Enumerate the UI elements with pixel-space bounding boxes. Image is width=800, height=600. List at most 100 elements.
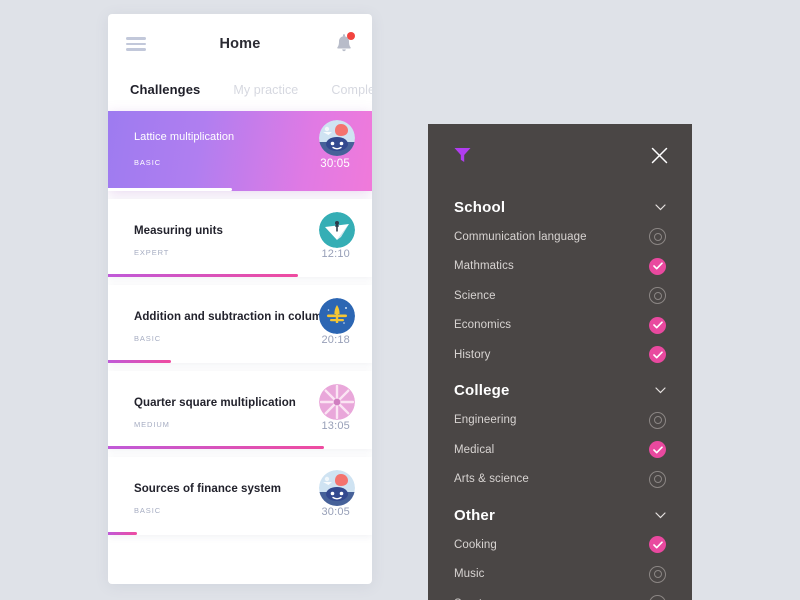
globe-cloud-glyph (319, 470, 355, 506)
filter-group-title: College (454, 382, 510, 399)
filter-item-science[interactable]: Science (428, 281, 692, 311)
filter-item-label: Medical (454, 443, 495, 456)
close-x-icon[interactable] (651, 147, 668, 164)
card-difficulty-label: BASIC (134, 334, 162, 343)
challenge-card-list: Lattice multiplication BASIC 30:05 Measu… (108, 111, 372, 535)
checkmark-glyph (652, 541, 663, 549)
filter-group-title: School (454, 198, 506, 216)
card-progress-track (108, 273, 372, 277)
card-progress-track (108, 531, 372, 535)
filter-panel: School Communication language Mathmatics… (428, 124, 692, 600)
checkbox-checked-icon[interactable] (649, 346, 666, 364)
card-duration: 12:10 (321, 248, 350, 260)
funnel-filter-icon[interactable] (454, 147, 471, 163)
challenge-card[interactable]: Addition and subtraction in columns BASI… (108, 285, 372, 363)
filter-item-label: Mathmatics (454, 260, 514, 273)
filter-item-label: Music (454, 568, 485, 581)
chevron-down-icon[interactable] (655, 387, 666, 394)
page-title: Home (219, 36, 261, 52)
checkbox-unchecked-icon[interactable] (649, 287, 666, 305)
globe-cloud-icon (319, 120, 355, 156)
phone-header: Home (108, 14, 372, 74)
filter-item-sports[interactable]: Sports (428, 589, 692, 600)
checkbox-checked-icon[interactable] (649, 536, 666, 554)
challenge-card[interactable]: Measuring units EXPERT 12:10 (108, 199, 372, 277)
paper-plane-glyph (319, 212, 355, 248)
hamburger-menu-icon[interactable] (126, 37, 146, 51)
filter-item-label: Cooking (454, 538, 497, 551)
hamburger-bar (126, 48, 146, 51)
hamburger-bar (126, 37, 146, 40)
checkmark-glyph (652, 321, 663, 329)
filter-item-medical[interactable]: Medical (428, 435, 692, 465)
notification-bell-icon[interactable] (334, 32, 355, 55)
rocket-badge-icon (319, 298, 355, 334)
card-progress-track (108, 445, 372, 449)
checkbox-unchecked-icon[interactable] (649, 228, 666, 246)
filter-item-mathmatics[interactable]: Mathmatics (428, 252, 692, 282)
filter-item-engineering[interactable]: Engineering (428, 406, 692, 436)
filter-item-communication-language[interactable]: Communication language (428, 222, 692, 252)
checkbox-checked-icon[interactable] (649, 441, 666, 459)
tab-my-practice[interactable]: My practice (233, 83, 298, 97)
card-title: Measuring units (134, 225, 223, 237)
card-difficulty-label: MEDIUM (134, 420, 170, 429)
checkbox-checked-icon[interactable] (649, 257, 666, 275)
filter-item-label: Communication language (454, 230, 587, 243)
filter-item-label: History (454, 348, 491, 361)
card-duration: 30:05 (320, 158, 350, 170)
tab-completed[interactable]: Completed (331, 83, 372, 97)
filter-item-arts-science[interactable]: Arts & science (428, 465, 692, 495)
filter-item-cooking[interactable]: Cooking (428, 530, 692, 560)
filter-group-header-other[interactable]: Other (428, 500, 692, 530)
paper-plane-icon (319, 212, 355, 248)
challenge-card[interactable]: Quarter square multiplication MEDIUM 13:… (108, 371, 372, 449)
card-progress-fill (108, 359, 172, 363)
pinwheel-icon (319, 384, 355, 420)
filter-item-label: Arts & science (454, 473, 529, 486)
notification-badge-dot (347, 32, 355, 40)
card-duration: 30:05 (321, 506, 350, 518)
tab-bar: Challenges My practice Completed (108, 74, 372, 97)
card-title: Sources of finance system (134, 483, 281, 495)
filter-panel-header (428, 124, 692, 186)
filter-item-label: Engineering (454, 414, 517, 427)
card-progress-track (108, 359, 372, 363)
filter-group-header-college[interactable]: College (428, 376, 692, 406)
filter-item-economics[interactable]: Economics (428, 311, 692, 341)
challenge-card[interactable]: Lattice multiplication BASIC 30:05 (108, 111, 372, 191)
checkbox-unchecked-icon[interactable] (649, 470, 666, 488)
card-title: Quarter square multiplication (134, 397, 296, 409)
tab-challenges[interactable]: Challenges (130, 82, 200, 97)
card-progress-track (108, 187, 372, 191)
checkmark-glyph (652, 351, 663, 359)
checkbox-checked-icon[interactable] (649, 316, 666, 334)
chevron-down-icon[interactable] (655, 203, 666, 211)
card-progress-fill (108, 531, 138, 535)
challenge-card[interactable]: Sources of finance system BASIC 30:05 (108, 457, 372, 535)
card-title: Lattice multiplication (134, 131, 235, 143)
filter-item-history[interactable]: History (428, 340, 692, 370)
card-difficulty-label: BASIC (134, 158, 162, 167)
card-progress-fill (108, 445, 325, 449)
filter-group-header-school[interactable]: School (428, 192, 692, 222)
globe-cloud-icon (319, 470, 355, 506)
chevron-down-icon[interactable] (655, 511, 666, 519)
checkbox-unchecked-icon[interactable] (649, 565, 666, 583)
filter-group-title: Other (454, 506, 496, 524)
phone-screen: Home Challenges My practice Completed La… (108, 14, 372, 584)
pinwheel-glyph (319, 384, 355, 420)
checkmark-glyph (652, 262, 663, 270)
hamburger-bar (126, 42, 146, 46)
card-difficulty-label: BASIC (134, 506, 162, 515)
card-difficulty-label: EXPERT (134, 248, 170, 257)
checkbox-unchecked-icon[interactable] (649, 595, 666, 600)
rocket-badge-glyph (319, 298, 355, 334)
card-duration: 13:05 (321, 420, 350, 432)
filter-item-label: Economics (454, 319, 512, 332)
checkmark-glyph (652, 446, 663, 454)
checkbox-unchecked-icon[interactable] (649, 411, 666, 429)
card-progress-fill (108, 187, 233, 191)
card-title: Addition and subtraction in columns (134, 311, 336, 323)
filter-item-music[interactable]: Music (428, 560, 692, 590)
